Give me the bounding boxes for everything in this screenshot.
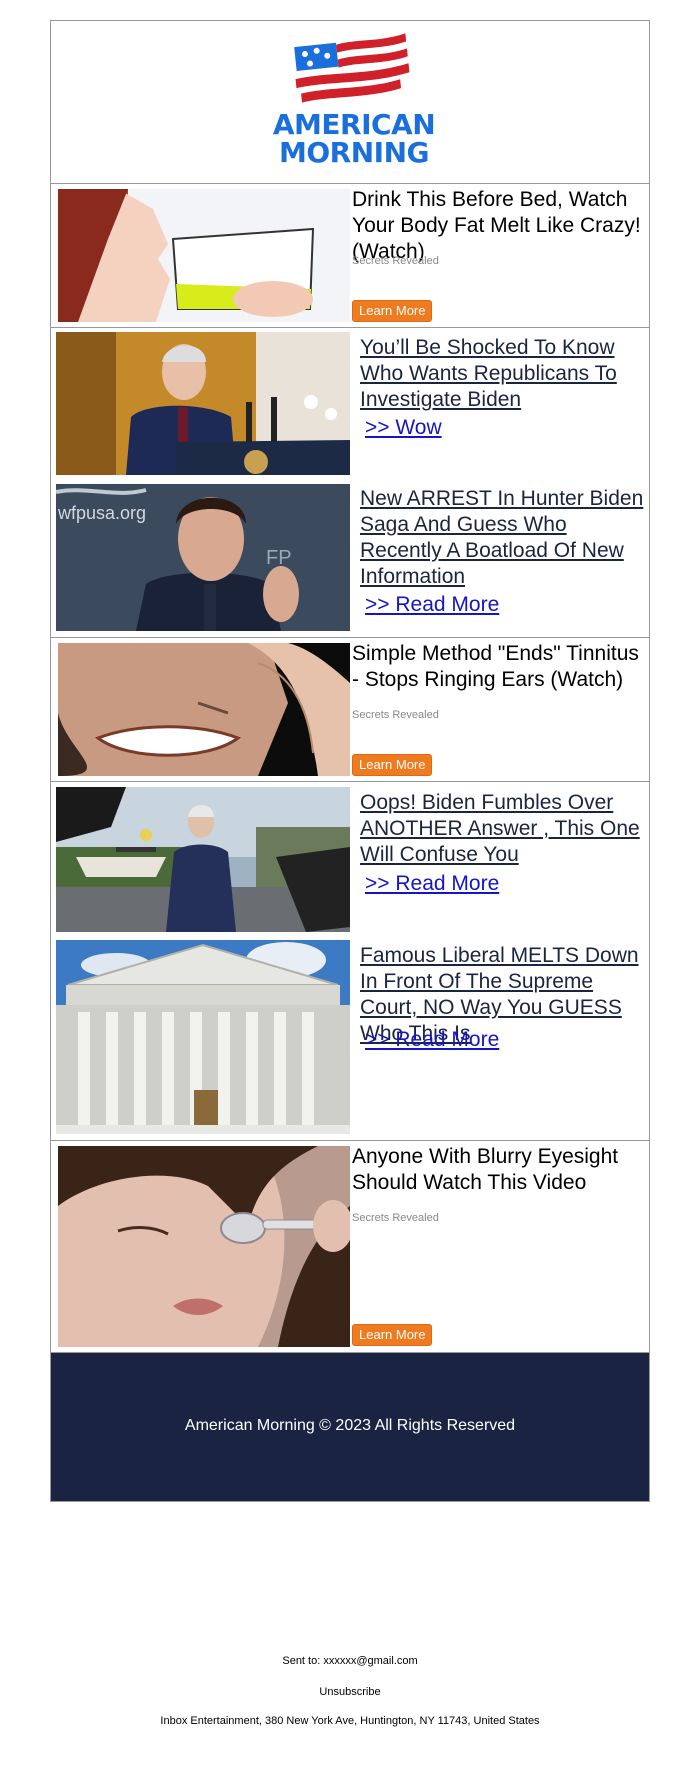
sponsored-ad[interactable]: Simple Method "Ends" Tinnitus - Stops Ri… — [51, 638, 649, 782]
article-group: You’ll Be Shocked To Know Who Wants Repu… — [51, 328, 649, 638]
article-image-biden-press[interactable] — [56, 787, 350, 932]
ad-image-tinnitus[interactable] — [58, 643, 350, 776]
article-link[interactable]: >> Read More — [365, 1028, 499, 1052]
article-image-supreme-court[interactable] — [56, 940, 350, 1134]
brand-name-line2: MORNING — [279, 136, 430, 169]
sender-address: Inbox Entertainment, 380 New York Ave, H… — [160, 1715, 540, 1727]
learn-more-button[interactable]: Learn More — [352, 1324, 433, 1346]
ad-source: Secrets Revealed — [352, 709, 439, 721]
learn-more-button[interactable]: Learn More — [352, 300, 433, 322]
article-link[interactable]: >> Wow — [365, 416, 442, 440]
flag-icon — [294, 33, 410, 103]
ad-image-blurry-eyesight[interactable] — [58, 1146, 350, 1347]
article-link[interactable]: >> Read More — [365, 872, 499, 896]
brand-logo[interactable]: AMERICAN MORNING — [259, 31, 449, 171]
email-container: AMERICAN MORNING Drink This Before Bed, … — [50, 20, 650, 1502]
unsubscribe-link[interactable]: Unsubscribe — [0, 1686, 700, 1698]
email-header: AMERICAN MORNING — [51, 21, 649, 184]
article-link[interactable]: >> Read More — [365, 593, 499, 617]
svg-text:FP: FP — [266, 547, 292, 569]
ad-title[interactable]: Drink This Before Bed, Watch Your Body F… — [352, 187, 642, 265]
article-group: Oops! Biden Fumbles Over ANOTHER Answer … — [51, 782, 649, 1141]
ad-title[interactable]: Anyone With Blurry Eyesight Should Watch… — [352, 1144, 642, 1196]
svg-text:wfpusa.org: wfpusa.org — [57, 503, 146, 523]
ad-source: Secrets Revealed — [352, 1212, 439, 1224]
article-title[interactable]: Oops! Biden Fumbles Over ANOTHER Answer … — [360, 790, 645, 868]
sponsored-ad[interactable]: Drink This Before Bed, Watch Your Body F… — [51, 184, 649, 328]
copyright-text: American Morning © 2023 All Rights Reser… — [184, 1417, 516, 1434]
email-footer: American Morning © 2023 All Rights Reser… — [51, 1353, 649, 1501]
article-title[interactable]: You’ll Be Shocked To Know Who Wants Repu… — [360, 335, 645, 413]
ad-title[interactable]: Simple Method "Ends" Tinnitus - Stops Ri… — [352, 641, 642, 693]
brand-name-line1: AMERICAN — [272, 108, 436, 141]
sent-to-text: Sent to: xxxxxx@gmail.com — [282, 1655, 418, 1667]
sponsored-ad[interactable]: Anyone With Blurry Eyesight Should Watch… — [51, 1141, 649, 1353]
article-title[interactable]: New ARREST In Hunter Biden Saga And Gues… — [360, 486, 645, 590]
ad-image-drink[interactable] — [58, 189, 350, 322]
article-image-hunter-biden[interactable]: wfpusa.org FP — [56, 484, 350, 631]
ad-source: Secrets Revealed — [352, 255, 439, 267]
learn-more-button[interactable]: Learn More — [352, 754, 433, 776]
article-image-biden-podium[interactable] — [56, 332, 350, 475]
